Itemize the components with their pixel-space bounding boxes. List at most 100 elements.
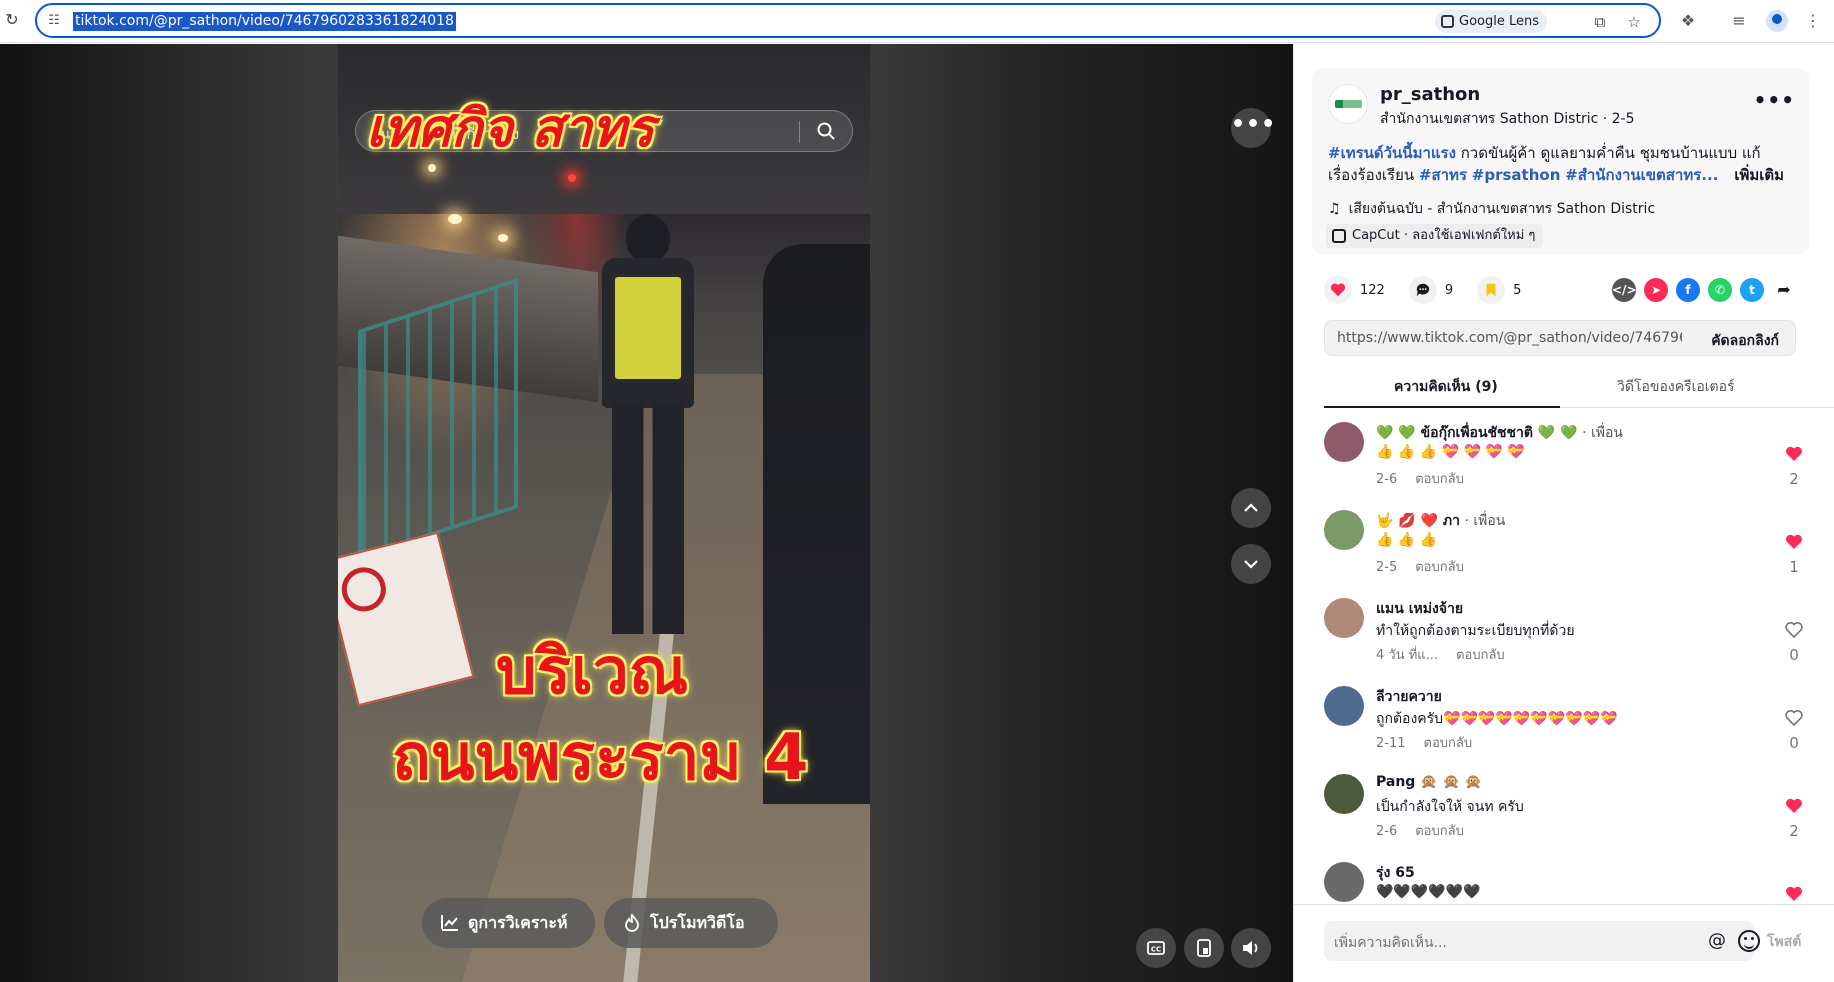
comment-like-button[interactable]: 1 [1784,532,1804,576]
heart-filled-icon [1786,886,1802,901]
address-bar[interactable]: ☷ tiktok.com/@pr_sathon/video/7467960283… [35,3,1661,38]
copy-link-button[interactable]: คัดลอกลิงก์ [1711,330,1779,352]
comment-like-count: 2 [1789,470,1799,488]
commenter-name[interactable]: รุ่ง 65 [1376,862,1415,884]
hashtag-link[interactable]: #สำนักงานเขตสาทร... [1565,166,1718,184]
music-link[interactable]: ♫ เสียงต้นฉบับ - สำนักงานเขตสาทร Sathon … [1328,198,1655,220]
video-frame[interactable] [338,44,870,982]
comment-meta: 2-6 ตอบกลับ [1376,468,1464,489]
reply-button[interactable]: ตอบกลับ [1415,472,1464,487]
site-info-icon[interactable]: ☷ [45,12,63,30]
capcut-icon [1332,229,1346,243]
more-options-icon[interactable]: ••• [1754,88,1795,112]
chevron-down-icon [1244,560,1258,569]
creator-avatar[interactable] [1328,84,1368,124]
comment-item: Pang 🙊 🙊 🙊 เป็นกำลังใจให้ จนท ครับ 2-6 ตอ… [1324,774,1804,862]
commenter-avatar[interactable] [1324,862,1364,902]
facebook-icon[interactable]: f [1676,278,1700,302]
share-link-field[interactable]: https://www.tiktok.com/@pr_sathon/video/… [1324,320,1796,356]
share-arrow-icon[interactable]: ➦ [1772,278,1796,302]
commenter-name[interactable]: ลีวายควาย [1376,686,1442,708]
video-scene-sign [338,531,475,707]
comment-button[interactable]: 9 [1408,276,1453,304]
extensions-icon[interactable]: ❖ [1676,9,1700,33]
video-scene-officer [598,214,698,634]
embed-code-icon[interactable]: </> [1612,278,1637,302]
commenter-avatar[interactable] [1324,422,1364,462]
commenter-name[interactable]: Pang 🙊 🙊 🙊 [1376,774,1482,790]
mini-player-button[interactable] [1184,928,1224,968]
comment-text: ถูกต้องครับ💝💝💝💝💝💝💝💝💝💝 [1376,711,1618,727]
tab-comments[interactable]: ความคิดเห็น (9) [1394,376,1498,398]
comment-text: 👍 👍 👍 💝 💝 💝 💝 [1376,444,1525,460]
svg-text:CC: CC [1151,946,1161,954]
creator-username[interactable]: pr_sathon [1380,84,1480,105]
comment-like-count: 2 [1789,822,1799,840]
capcut-label: CapCut · ลองใช้เอฟเฟกต์ใหม่ ๆ [1352,228,1536,243]
commenter-avatar[interactable] [1324,598,1364,638]
comment-text: 👍 👍 👍 [1376,532,1438,548]
send-to-friend-icon[interactable]: ➤ [1644,278,1668,302]
url-text[interactable]: tiktok.com/@pr_sathon/video/746796028336… [73,12,456,31]
comment-item: 💚 💚 ข้อกุ๊กเพื่อนชัชชาติ 💚 💚 · เพื่อน 👍 … [1324,422,1804,510]
commenter-avatar[interactable] [1324,686,1364,726]
promote-video-button[interactable]: โปรโมทวิดีโอ [604,898,778,948]
comment-like-button[interactable]: 0 [1784,708,1804,752]
lens-icon [1441,15,1454,28]
blurred-backdrop-left [0,44,338,982]
profile-avatar-icon[interactable] [1766,10,1788,32]
commenter-name[interactable]: แมน เหม่งจ้าย [1376,598,1463,620]
like-count: 122 [1360,282,1385,298]
add-comment-input[interactable]: เพิ่มความคิดเห็น... @ [1324,921,1760,961]
hashtag-link[interactable]: #prsathon [1472,166,1561,184]
media-controls-icon[interactable]: ≡ [1727,9,1751,33]
hashtag-link[interactable]: #เทรนด์วันนี้มาแรง [1328,144,1456,162]
captions-button[interactable]: CC [1136,928,1176,968]
video-scene-light [498,234,508,242]
active-tab-indicator [1324,406,1560,408]
search-icon[interactable] [816,121,836,141]
bookmark-star-icon[interactable]: ☆ [1623,11,1645,33]
browser-menu-icon[interactable]: ⋮ [1801,9,1825,33]
comment-like-button[interactable]: 2 [1784,796,1804,840]
video-player-area[interactable]: ค้นหาเนื้อหาที่เกี่ยวข้อง ••• ดูการวิเคร… [0,44,1293,982]
previous-video-button[interactable] [1231,488,1271,528]
hashtag-link[interactable]: #สาทร [1419,166,1467,184]
comment-like-button[interactable]: 0 [1784,620,1804,664]
video-more-options-icon[interactable]: ••• [1231,108,1275,148]
commenter-avatar[interactable] [1324,774,1364,814]
see-more-link[interactable]: เพิ่มเติม [1734,166,1784,184]
google-lens-button[interactable]: Google Lens [1435,10,1547,33]
install-app-icon[interactable]: ⧉ [1589,11,1611,33]
capcut-chip[interactable]: CapCut · ลองใช้เอฟเฟกต์ใหม่ ๆ [1326,224,1544,248]
comment-meta: 4 วัน ที่แ... ตอบกลับ [1376,644,1505,665]
comment-date: 2-6 [1376,472,1398,487]
view-analytics-button[interactable]: ดูการวิเคราะห์ [422,898,595,948]
volume-button[interactable] [1231,928,1271,968]
blurred-backdrop-right [870,44,1293,982]
reply-button[interactable]: ตอบกลับ [1456,648,1505,663]
flame-icon [625,913,639,932]
favorite-button[interactable]: 5 [1477,276,1521,304]
share-link-url: https://www.tiktok.com/@pr_sathon/video/… [1337,330,1682,346]
mention-icon[interactable]: @ [1708,930,1726,951]
commenter-name[interactable]: 💚 💚 ข้อกุ๊กเพื่อนชัชชาติ 💚 💚 · เพื่อน [1376,422,1623,444]
comment-like-count: 0 [1789,734,1799,752]
creator-subtitle: สำนักงานเขตสาทร Sathon Distric · 2-5 [1380,111,1635,127]
commenter-avatar[interactable] [1324,510,1364,550]
like-button[interactable]: 122 [1324,276,1385,304]
reply-button[interactable]: ตอบกลับ [1424,736,1473,751]
reply-button[interactable]: ตอบกลับ [1415,824,1464,839]
reply-button[interactable]: ตอบกลับ [1415,560,1464,575]
comment-list: 💚 💚 ข้อกุ๊กเพื่อนชัชชาติ 💚 💚 · เพื่อน 👍 … [1324,422,1804,949]
reload-icon[interactable]: ↻ [2,10,22,30]
tab-creator-videos[interactable]: วิดีโอของครีเอเตอร์ [1617,376,1735,398]
post-comment-button[interactable]: โพสต์ [1767,931,1801,953]
whatsapp-icon[interactable]: ✆ [1708,278,1732,302]
commenter-name[interactable]: 🤟 💋 ❤️ ภา · เพื่อน [1376,510,1505,532]
next-video-button[interactable] [1231,544,1271,584]
twitter-icon[interactable]: t [1740,278,1764,302]
video-overlay-title: เทศกิจ สาทร [366,99,655,159]
emoji-icon[interactable] [1738,930,1760,952]
comment-like-button[interactable]: 2 [1784,444,1804,488]
